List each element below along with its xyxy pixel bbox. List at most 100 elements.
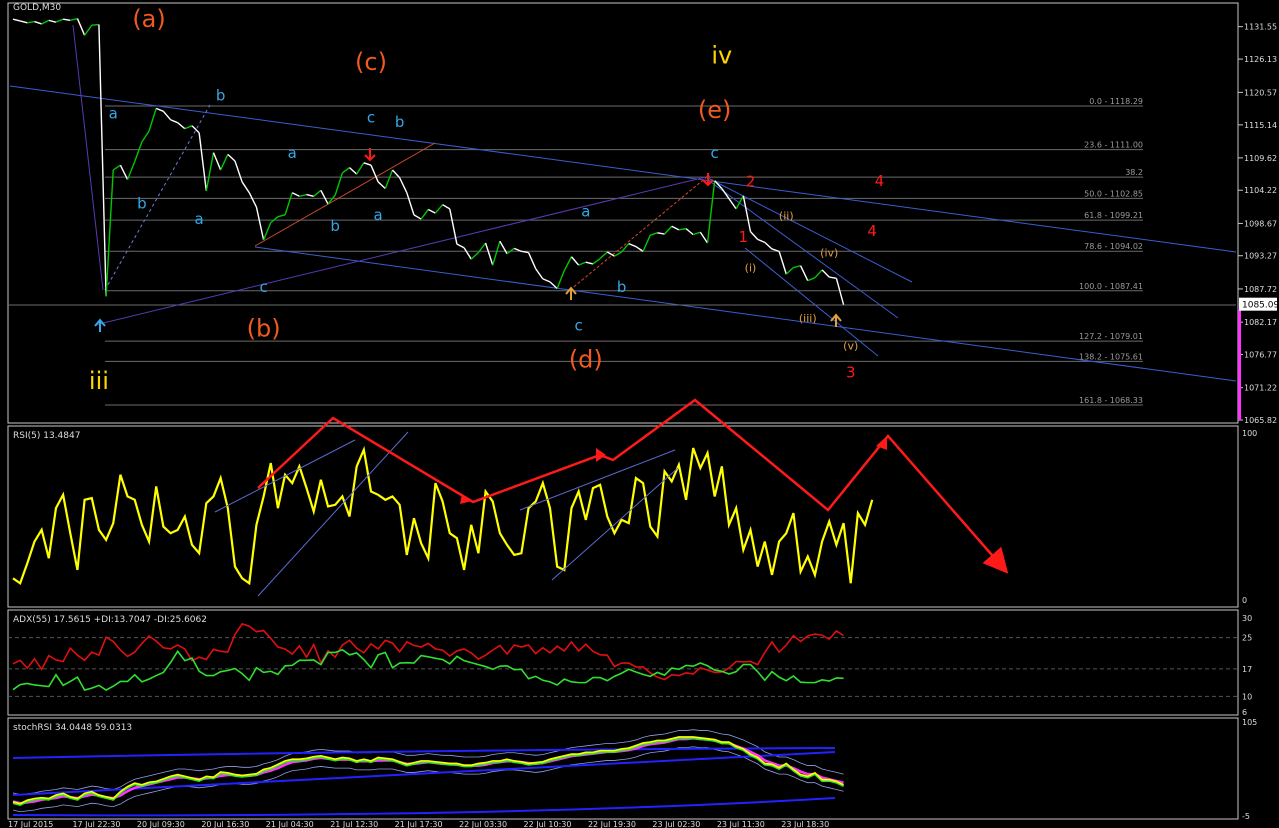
time-axis-label: 20 Jul 16:30 <box>201 820 249 828</box>
time-axis-label: 17 Jul 22:30 <box>72 820 120 828</box>
stoch-k-line <box>12 736 844 805</box>
wave-label: b <box>216 87 226 105</box>
price-segment <box>442 204 451 210</box>
wave-label: b <box>395 113 405 131</box>
rsi-tick-label: 0 <box>1242 596 1247 605</box>
stoch-long-ma-top <box>12 747 836 759</box>
price-tick-label: 1109.62 <box>1244 154 1277 163</box>
signal-arrows <box>94 148 842 332</box>
price-segment <box>377 181 386 190</box>
price-segment <box>628 242 637 248</box>
price-segment <box>334 172 344 196</box>
price-segment <box>205 152 215 192</box>
price-segment <box>578 261 587 266</box>
price-segment <box>642 234 651 252</box>
price-axis: 1131.55 1126.13 1120.57 1115.14 1109.62 1104.… <box>1238 23 1277 425</box>
price-segment <box>706 180 716 244</box>
trendlines <box>8 24 1237 382</box>
price-segment <box>785 267 794 275</box>
trading-chart[interactable]: 0.0 - 1118.29 23.6 - 1111.00 38.2 50.0 - 11… <box>0 0 1279 828</box>
fib-level-label: 161.8 - 1068.33 <box>1079 396 1143 405</box>
price-segment <box>19 20 28 24</box>
price-segment <box>685 228 694 236</box>
price-segment <box>635 245 644 252</box>
adx-tick-label: 17 <box>1242 665 1252 674</box>
price-segment <box>277 214 286 218</box>
price-segment <box>614 251 622 257</box>
price-segment <box>162 110 172 121</box>
price-segment <box>499 240 508 255</box>
fib-level-label: 0.0 - 1118.29 <box>1089 97 1143 106</box>
price-segment <box>63 18 71 22</box>
fib-level-label: 78.6 - 1094.02 <box>1084 242 1143 251</box>
stochrsi-panel: 105 -5 <box>12 718 1257 821</box>
price-segment <box>535 268 544 280</box>
wave-labels: (a) a b b a (c) c b a a b c (b) iii a b c (d) iv (e) c 2 1 (ii)… <box>89 5 884 395</box>
price-segment <box>384 169 394 189</box>
price-segment <box>793 265 801 269</box>
time-axis-label: 23 Jul 02:30 <box>652 820 700 828</box>
price-segment <box>814 269 823 279</box>
price-segment <box>764 241 773 250</box>
adx-tick-label: 25 <box>1242 634 1252 643</box>
price-segment <box>248 192 258 208</box>
price-segment <box>177 122 186 130</box>
price-segment <box>399 177 408 194</box>
price-segment <box>692 231 701 236</box>
fib-level-label: 50.0 - 1102.85 <box>1084 189 1143 198</box>
rsi-channel-line <box>257 431 409 597</box>
price-segment <box>141 130 150 143</box>
price-segment <box>349 167 358 175</box>
adx-label: ADX(55) 17.5615 +DI:13.7047 -DI:25.6062 <box>13 615 207 625</box>
price-segment <box>184 125 193 130</box>
price-segment <box>556 270 565 289</box>
time-axis-label: 22 Jul 03:30 <box>459 820 507 828</box>
time-axis-label: 20 Jul 09:30 <box>137 820 185 828</box>
adx-tick-label: 10 <box>1242 692 1252 701</box>
price-segment <box>821 269 830 278</box>
price-segment <box>678 227 687 231</box>
price-segment <box>55 18 64 23</box>
fib-level-label: 127.2 - 1079.01 <box>1079 332 1143 341</box>
price-segment <box>585 261 594 265</box>
price-segment <box>98 24 107 297</box>
adx-tick-label: 6 <box>1242 708 1247 717</box>
wave-label: (ii) <box>779 210 794 223</box>
price-segment <box>570 256 580 266</box>
price-segment <box>155 107 164 112</box>
price-segment <box>749 231 759 240</box>
price-segment <box>778 251 787 275</box>
price-segment <box>341 167 350 174</box>
price-segment <box>456 243 465 249</box>
time-axis-label: 21 Jul 04:30 <box>266 820 314 828</box>
price-segment <box>391 169 401 179</box>
wave-label: 1 <box>739 228 749 246</box>
price-tick-label: 1093.27 <box>1244 252 1277 261</box>
price-segment <box>255 206 265 241</box>
price-segment <box>835 278 845 305</box>
price-segment <box>650 232 658 236</box>
price-segment <box>148 108 157 132</box>
plus-di-line <box>12 648 844 692</box>
price-segment <box>234 160 243 183</box>
wave-iii-line <box>72 24 104 291</box>
price-segment <box>320 190 329 205</box>
fib-level-label: 23.6 - 1111.00 <box>1084 141 1143 150</box>
wave-label: (e) <box>698 96 732 124</box>
symbol-title: GOLD,M30 <box>13 3 61 13</box>
wave-label: a <box>581 203 590 221</box>
price-segment <box>48 19 57 23</box>
up-arrow-icon <box>94 318 106 332</box>
price-segment <box>406 192 415 216</box>
price-tick-label: 1131.55 <box>1244 23 1277 32</box>
price-segment <box>807 277 816 282</box>
projection-arrow-icon <box>596 448 606 462</box>
price-segment <box>427 208 436 214</box>
wave-label: (a) <box>132 5 165 33</box>
time-axis-label: 23 Jul 11:30 <box>717 820 765 828</box>
fib-level-label: 61.8 - 1099.21 <box>1084 211 1143 220</box>
price-tick-label: 1076.77 <box>1244 350 1277 359</box>
price-segment <box>527 252 537 270</box>
wave-label: a <box>288 144 297 162</box>
time-axis-label: 21 Jul 17:30 <box>395 820 443 828</box>
